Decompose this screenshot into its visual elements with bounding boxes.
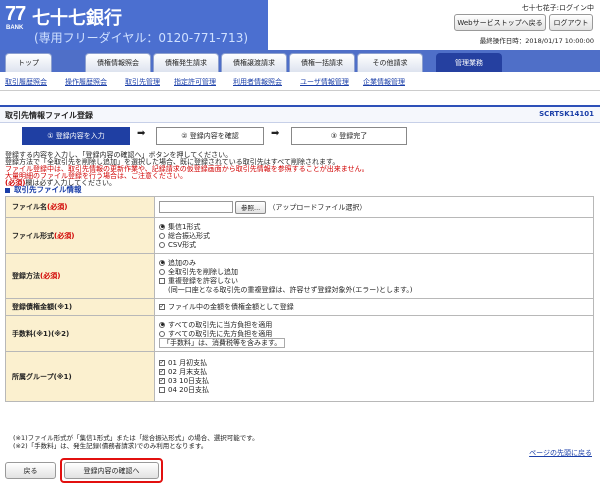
subnav-company-management[interactable]: 企業情報管理 xyxy=(363,77,405,87)
label-amount: 登録債権金額(※1) xyxy=(5,298,155,316)
step-complete: ③ 登録完了 xyxy=(291,127,407,145)
page-title-bar: 取引先情報ファイル登録 SCRTSK14101 xyxy=(0,105,600,123)
checkbox-icon[interactable] xyxy=(159,277,165,284)
file-hint: （アップロードファイル選択） xyxy=(268,203,367,211)
subnav-transaction-history[interactable]: 取引履歴照会 xyxy=(5,77,47,87)
bank-name: 七十七銀行 xyxy=(32,8,122,29)
radio-icon[interactable] xyxy=(159,268,165,275)
label-file-format: ファイル形式(必須) xyxy=(5,217,155,254)
user-name: 七十七花子:ログイン中 xyxy=(521,4,594,12)
step-arrow-icon: ➡ xyxy=(137,128,146,139)
file-path-input[interactable] xyxy=(159,201,233,213)
row-fee: 手数料(※1)(※2) すべての取引先に当方負担を適用 すべての取引先に先方負担… xyxy=(5,315,594,352)
tab-credit-issue[interactable]: 債権発生請求 xyxy=(153,53,219,72)
step-arrow-icon: ➡ xyxy=(271,128,280,139)
square-bullet-icon xyxy=(5,187,10,193)
amount-checkbox-option[interactable]: ✓ ファイル中の金額を債権金額として登録 xyxy=(159,303,589,312)
label-file-name: ファイル名(必須) xyxy=(5,196,155,218)
free-dial: (専用フリーダイヤル：0120-771-713) xyxy=(34,31,249,45)
page-title: 取引先情報ファイル登録 xyxy=(5,111,93,120)
logo-number: 77 xyxy=(5,3,26,25)
section-title-text: 取引先ファイル情報 xyxy=(14,185,82,194)
label-register-method: 登録方法(必須) xyxy=(5,253,155,299)
required-mark: (必須) xyxy=(54,231,75,240)
checkbox-checked-icon[interactable]: ✓ xyxy=(159,360,165,366)
row-file-name: ファイル名(必須) 参照... （アップロードファイル選択） xyxy=(5,196,594,218)
browse-button[interactable]: 参照... xyxy=(235,200,267,214)
radio-icon[interactable] xyxy=(159,241,165,248)
dup-note: (同一口座となる取引先の重複登録は、許容せず登録対象外(エラー)とします。) xyxy=(168,285,413,294)
web-service-top-button[interactable]: Webサービストップへ戻る xyxy=(454,14,546,31)
subnav-user-info[interactable]: 利用者情報照会 xyxy=(233,77,282,87)
logout-button[interactable]: ログアウト xyxy=(549,14,593,31)
screen-id: SCRTSK14101 xyxy=(539,110,594,118)
main-tabs: トップ 債権情報照会 債権発生請求 債権譲渡請求 債権一括請求 その他請求 管理… xyxy=(0,50,600,72)
header: 77 BANK 七十七銀行 (専用フリーダイヤル：0120-771-713) 七… xyxy=(0,0,600,50)
tab-other-request[interactable]: その他請求 xyxy=(357,53,423,72)
tab-top[interactable]: トップ xyxy=(5,53,52,72)
checkbox-checked-icon[interactable]: ✓ xyxy=(159,378,165,384)
format-option-csv[interactable]: CSV形式 xyxy=(159,240,589,249)
group-option-02[interactable]: ✓ 02 月末支払 xyxy=(159,368,589,377)
checkbox-checked-icon[interactable]: ✓ xyxy=(159,304,165,310)
bank-logo: 77 BANK 七十七銀行 (専用フリーダイヤル：0120-771-713) xyxy=(0,0,268,50)
subnav-user-management[interactable]: ユーザ情報管理 xyxy=(300,77,349,87)
step-confirm: ② 登録内容を確認 xyxy=(156,127,264,145)
row-group: 所属グループ(※1) ✓ 01 月初支払 ✓ 02 月末支払 ✓ 03 10日支払 0… xyxy=(5,351,594,402)
radio-selected-icon[interactable] xyxy=(159,259,165,266)
subnav-operation-history[interactable]: 操作履歴照会 xyxy=(65,77,107,87)
radio-selected-icon[interactable] xyxy=(159,321,165,328)
client-file-form: ファイル名(必須) 参照... （アップロードファイル選択） ファイル形式(必須… xyxy=(5,196,594,402)
row-amount: 登録債権金額(※1) ✓ ファイル中の金額を債権金額として登録 xyxy=(5,298,594,316)
format-option-shushin1[interactable]: 集信1形式 xyxy=(159,222,589,231)
footnote: (※2)「手数料」は、発生記録(債務者請求)でのみ利用となります。 xyxy=(13,442,208,450)
format-option-sogo[interactable]: 総合振込形式 xyxy=(159,231,589,240)
radio-icon[interactable] xyxy=(159,330,165,337)
group-option-01[interactable]: ✓ 01 月初支払 xyxy=(159,359,589,368)
group-option-04[interactable]: 04 20日支払 xyxy=(159,386,589,395)
page-top-link[interactable]: ページの先頭に戻る xyxy=(529,448,592,458)
step-input: ① 登録内容を入力 xyxy=(22,127,130,145)
last-operation-time: 最終操作日時：2018/01/17 10:00:00 xyxy=(479,37,594,45)
subnav-client-management[interactable]: 取引先管理 xyxy=(125,77,160,87)
logo-bank-text: BANK xyxy=(6,25,24,31)
back-button[interactable]: 戻る xyxy=(5,462,56,479)
subnav-permission-management[interactable]: 指定許可管理 xyxy=(174,77,216,87)
fee-option-other-side[interactable]: すべての取引先に先方負担を適用 xyxy=(159,329,589,338)
required-mark: (必須) xyxy=(47,203,68,211)
radio-selected-icon[interactable] xyxy=(159,223,165,230)
row-register-method: 登録方法(必須) 追加のみ 全取引先を削除し追加 重複登録を許容しない (同一口… xyxy=(5,253,594,299)
sub-navigation: 取引履歴照会 操作履歴照会 取引先管理 指定許可管理 利用者情報照会 ユーザ情報… xyxy=(0,72,600,91)
radio-icon[interactable] xyxy=(159,232,165,239)
tab-bulk-request[interactable]: 債権一括請求 xyxy=(289,53,355,72)
required-mark: (必須) xyxy=(40,272,61,280)
tab-credit-transfer[interactable]: 債権譲渡請求 xyxy=(221,53,287,72)
confirm-button[interactable]: 登録内容の確認へ xyxy=(64,462,159,479)
fee-note: 「手数料」は、消費税等を含みます。 xyxy=(159,338,286,348)
label-fee: 手数料(※1)(※2) xyxy=(5,315,155,352)
group-option-03[interactable]: ✓ 03 10日支払 xyxy=(159,377,589,386)
row-file-format: ファイル形式(必須) 集信1形式 総合振込形式 CSV形式 xyxy=(5,217,594,254)
tab-credit-inquiry[interactable]: 債権情報照会 xyxy=(85,53,151,72)
section-title: 取引先ファイル情報 xyxy=(5,184,82,195)
checkbox-icon[interactable] xyxy=(159,387,165,393)
checkbox-checked-icon[interactable]: ✓ xyxy=(159,369,165,375)
tab-management[interactable]: 管理業務 xyxy=(436,53,502,72)
label-group: 所属グループ(※1) xyxy=(5,351,155,402)
